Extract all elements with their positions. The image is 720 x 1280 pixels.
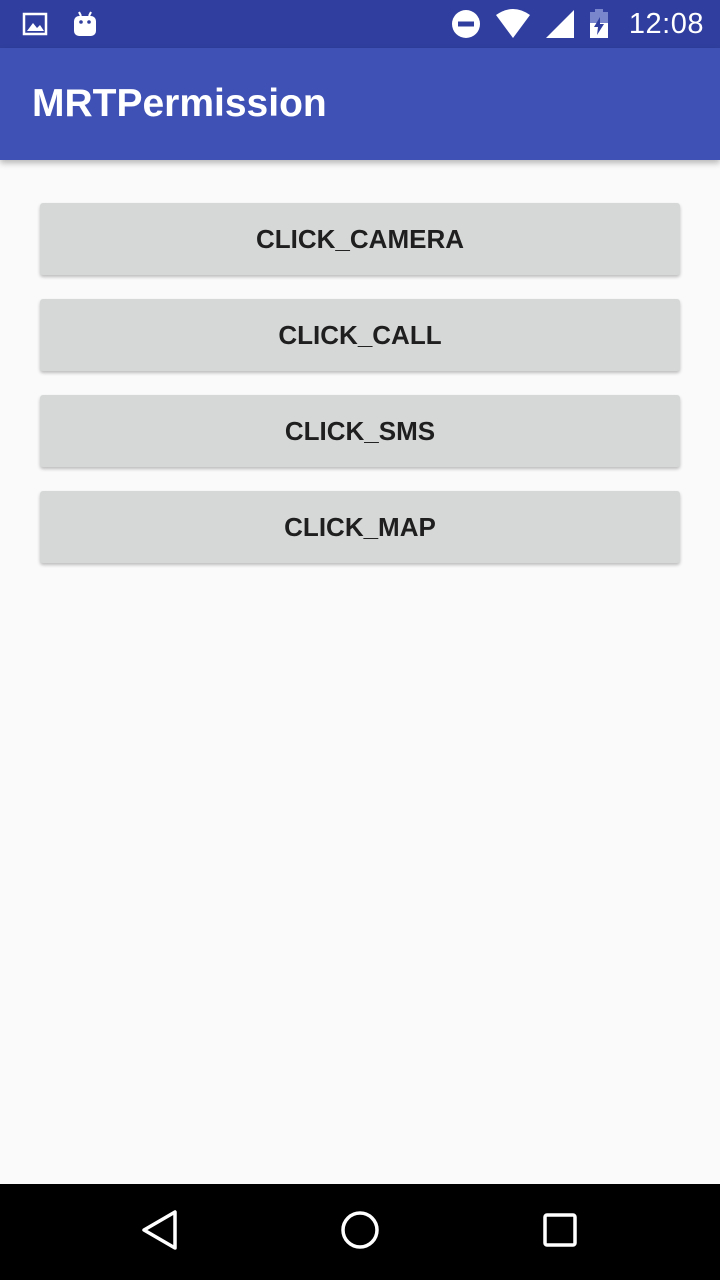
back-icon bbox=[140, 1209, 180, 1256]
app-bar: MRTPermission bbox=[0, 48, 720, 160]
back-button[interactable] bbox=[112, 1184, 208, 1280]
android-notification-icon bbox=[72, 10, 98, 38]
click-sms-button[interactable]: CLICK_SMS bbox=[40, 395, 680, 467]
home-button[interactable] bbox=[312, 1184, 408, 1280]
click-camera-button[interactable]: CLICK_CAMERA bbox=[40, 203, 680, 275]
cellular-signal-icon bbox=[545, 9, 575, 39]
page-title: MRTPermission bbox=[32, 82, 327, 125]
battery-charging-icon bbox=[589, 9, 609, 39]
click-map-button[interactable]: CLICK_MAP bbox=[40, 491, 680, 563]
click-call-button[interactable]: CLICK_CALL bbox=[40, 299, 680, 371]
navigation-bar bbox=[0, 1184, 720, 1280]
button-list: CLICK_CAMERA CLICK_CALL CLICK_SMS CLICK_… bbox=[40, 203, 680, 587]
wifi-icon bbox=[495, 9, 531, 39]
home-icon bbox=[339, 1209, 381, 1256]
recents-button[interactable] bbox=[512, 1184, 608, 1280]
image-notification-icon bbox=[22, 12, 48, 36]
status-time: 12:08 bbox=[628, 7, 704, 40]
status-notifications bbox=[22, 0, 98, 48]
recents-icon bbox=[542, 1212, 578, 1253]
status-bar: 12:08 bbox=[0, 0, 720, 48]
do-not-disturb-icon bbox=[451, 9, 481, 39]
status-indicators: 12:08 bbox=[451, 0, 704, 48]
